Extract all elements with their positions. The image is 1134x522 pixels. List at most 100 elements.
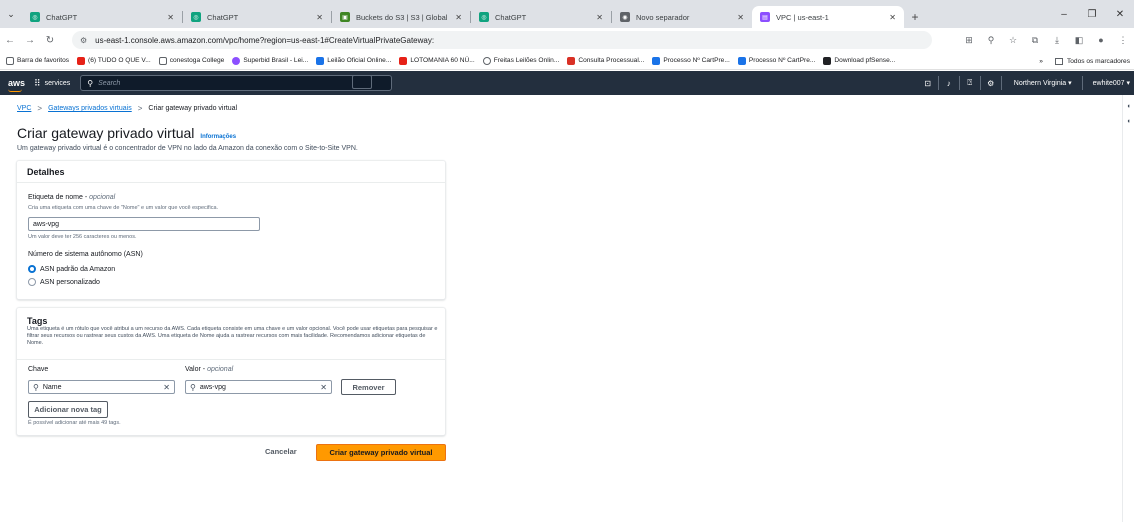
asn-custom-radio[interactable]: ASN personalizado xyxy=(28,278,100,286)
youtube-icon xyxy=(399,56,408,65)
details-card: Detalhes Etiqueta de nome - opcional Cri… xyxy=(17,161,445,299)
bookmark-item[interactable]: (6) TUDO O QUE V... xyxy=(77,56,151,65)
chatgpt-favicon-icon: ◎ xyxy=(30,12,40,22)
bookmarks-overflow-button[interactable]: » xyxy=(1039,58,1043,65)
extensions-icon[interactable]: ⧉ xyxy=(1024,35,1046,46)
bookmark-label: Processo Nº CartPre... xyxy=(663,57,730,64)
clear-icon[interactable]: ✕ xyxy=(163,383,170,392)
minimize-icon[interactable]: – xyxy=(1050,9,1078,20)
page-description: Um gateway privado virtual é o concentra… xyxy=(17,145,358,152)
bookmark-item[interactable]: Freitas Leilões Onlin... xyxy=(482,56,559,65)
services-menu-button[interactable]: ⠿ services xyxy=(34,78,70,89)
name-tag-value: aws-vpg xyxy=(33,220,60,228)
aws-search-input[interactable]: ⚲ Search xyxy=(80,75,393,91)
aws-logo[interactable]: aws xyxy=(8,77,26,92)
processo-icon xyxy=(652,56,661,65)
tags-description: Uma etiqueta é um rótulo que você atribu… xyxy=(27,326,438,346)
tj-icon xyxy=(567,56,576,65)
cloudshell-icon[interactable]: ⊡ xyxy=(918,79,938,88)
tag-value-input[interactable]: ⚲ aws-vpg ✕ xyxy=(185,380,332,394)
account-menu[interactable]: ewhite007 ▾ xyxy=(1093,79,1130,87)
feedback-panel-icon[interactable]: ◖ xyxy=(1123,118,1134,125)
bookmark-item[interactable]: Download pfSense... xyxy=(823,56,896,65)
close-tab-icon[interactable]: ✕ xyxy=(316,13,323,22)
asn-amazon-radio[interactable]: ASN padrão da Amazon xyxy=(28,265,115,273)
bookmark-item[interactable]: Processo Nº CartPre... xyxy=(652,56,730,65)
create-vpg-button[interactable]: Criar gateway privado virtual xyxy=(316,444,446,461)
reload-icon[interactable]: ↻ xyxy=(40,35,60,46)
notifications-bell-icon[interactable]: ♪ xyxy=(939,79,959,88)
menu-icon[interactable]: ⋮ xyxy=(1112,35,1134,46)
optional-text: opcional xyxy=(207,366,234,373)
close-tab-icon[interactable]: ✕ xyxy=(737,13,744,22)
bookmark-label: Download pfSense... xyxy=(834,57,896,64)
asn-label: Número de sistema autônomo (ASN) xyxy=(28,251,143,258)
tag-value-label-text: Valor xyxy=(185,366,201,373)
close-tab-icon[interactable]: ✕ xyxy=(596,13,603,22)
asn-amazon-label: ASN padrão da Amazon xyxy=(40,265,116,273)
bookmark-label: Consulta Processual... xyxy=(578,57,645,64)
new-tab-icon[interactable]: + xyxy=(904,6,926,28)
info-link[interactable]: Informações xyxy=(200,134,236,140)
info-panel-icon[interactable]: ◖ xyxy=(1123,103,1134,110)
url-input[interactable]: ⚙ us-east-1.console.aws.amazon.com/vpc/h… xyxy=(72,31,932,49)
pfsense-icon xyxy=(823,56,832,65)
bookmarks-right: » Todos os marcadores xyxy=(1033,52,1134,69)
tab-title: ChatGPT xyxy=(207,12,239,22)
folder-icon xyxy=(6,56,14,65)
search-icon: ⚲ xyxy=(87,78,94,88)
bookmark-star-icon[interactable]: ☆ xyxy=(1002,35,1024,46)
settings-gear-icon[interactable]: ⚙ xyxy=(981,79,1001,88)
browser-tab-strip: ⌄ ◎ ChatGPT ✕ ◎ ChatGPT ✕ ▣ Buckets do S… xyxy=(0,0,1134,28)
tab-search-icon[interactable]: ⌄ xyxy=(0,0,22,28)
profile-avatar-icon[interactable]: ● xyxy=(1090,35,1112,45)
breadcrumb-gateways-link[interactable]: Gateways privados virtuais xyxy=(48,105,132,112)
help-icon[interactable]: ⍰ xyxy=(960,78,980,88)
download-icon[interactable]: ⤓ xyxy=(1046,35,1068,46)
zoom-icon[interactable]: ⚲ xyxy=(980,35,1002,46)
breadcrumb-vpc-link[interactable]: VPC xyxy=(17,105,31,112)
side-panel-icon[interactable]: ◧ xyxy=(1068,35,1090,46)
close-tab-icon[interactable]: ✕ xyxy=(889,13,896,22)
all-bookmarks-button[interactable]: Todos os marcadores xyxy=(1067,58,1134,65)
right-side-panel: ◖ ◖ xyxy=(1122,95,1134,522)
translate-icon[interactable]: ⊞ xyxy=(958,35,980,46)
browser-tab[interactable]: ◎ ChatGPT ✕ xyxy=(22,6,182,28)
close-tab-icon[interactable]: ✕ xyxy=(167,13,174,22)
restore-icon[interactable]: ❐ xyxy=(1078,9,1106,20)
name-tag-input[interactable]: aws-vpg xyxy=(28,217,260,231)
cancel-button[interactable]: Cancelar xyxy=(265,447,297,456)
close-tab-icon[interactable]: ✕ xyxy=(455,13,462,22)
s3-favicon-icon: ▣ xyxy=(340,12,350,22)
tag-key-input[interactable]: ⚲ Name ✕ xyxy=(28,380,175,394)
browser-tab[interactable]: ◎ ChatGPT ✕ xyxy=(183,6,331,28)
close-window-icon[interactable]: ✕ xyxy=(1106,9,1134,20)
browser-tab[interactable]: ◎ ChatGPT ✕ xyxy=(471,6,611,28)
browser-tab-active[interactable]: ▤ VPC | us-east-1 ✕ xyxy=(752,6,904,28)
region-selector[interactable]: Northern Virginia ▾ xyxy=(1014,79,1072,87)
bookmark-item[interactable]: conestoga College xyxy=(158,56,225,65)
bookmark-item[interactable]: Leilão Oficial Online... xyxy=(316,56,391,65)
vpc-favicon-icon: ▤ xyxy=(760,12,770,22)
processo-icon xyxy=(737,56,746,65)
tag-limit-hint: É possível adicionar até mais 49 tags. xyxy=(28,420,121,426)
window-controls: – ❐ ✕ xyxy=(1050,0,1134,28)
browser-tab[interactable]: ◉ Novo separador ✕ xyxy=(612,6,752,28)
back-icon[interactable]: ← xyxy=(0,35,20,46)
globe-icon xyxy=(482,56,491,65)
remove-tag-button[interactable]: Remover xyxy=(341,379,396,395)
aws-top-nav: aws ⠿ services ⚲ Search ⊡ ♪ ⍰ ⚙ Northern… xyxy=(0,71,1134,95)
bookmark-item[interactable]: Consulta Processual... xyxy=(567,56,645,65)
bookmark-label: conestoga College xyxy=(169,57,225,64)
asn-custom-label: ASN personalizado xyxy=(40,278,100,286)
bookmark-item[interactable]: Superbid Brasil - Lei... xyxy=(232,56,308,65)
bookmark-item[interactable]: LOTOMANIA 60 NÚ... xyxy=(399,56,475,65)
site-info-icon[interactable]: ⚙ xyxy=(80,36,87,45)
add-tag-button[interactable]: Adicionar nova tag xyxy=(28,401,108,418)
bookmark-item[interactable]: Barra de favoritos xyxy=(6,56,69,65)
clear-icon[interactable]: ✕ xyxy=(320,383,327,392)
browser-tab[interactable]: ▣ Buckets do S3 | S3 | Global ✕ xyxy=(332,6,470,28)
aws-logo-text: aws xyxy=(8,77,26,88)
bookmark-item[interactable]: Processo Nº CartPre... xyxy=(737,56,815,65)
forward-icon[interactable]: → xyxy=(20,35,40,46)
